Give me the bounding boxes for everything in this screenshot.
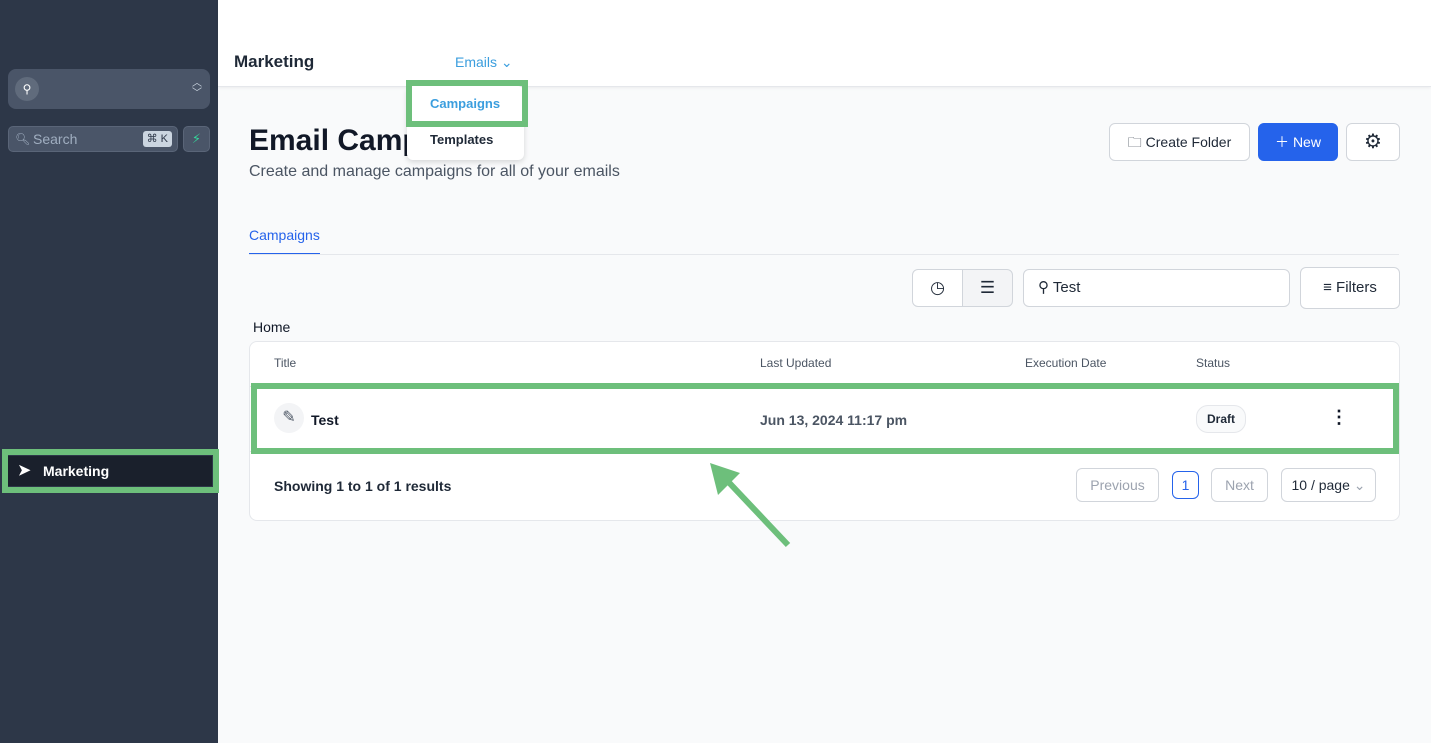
- list-view-button[interactable]: ☰: [962, 269, 1013, 307]
- history-view-button[interactable]: ◷: [912, 269, 963, 307]
- filter-icon: ≡: [1323, 279, 1332, 296]
- emails-menu[interactable]: Emails ⌄: [455, 54, 513, 71]
- list-icon: ☰: [979, 278, 996, 297]
- plus-icon: ＋: [1275, 134, 1290, 150]
- page-1-button[interactable]: 1: [1172, 471, 1199, 499]
- emails-menu-label: Emails: [455, 54, 498, 70]
- quick-action-button[interactable]: ⚡︎: [183, 126, 210, 152]
- chevron-down-icon: ⌄: [1353, 477, 1366, 493]
- new-label: New: [1292, 134, 1321, 150]
- per-page-value: 10 / page: [1291, 477, 1350, 493]
- settings-button[interactable]: ⚙︎: [1346, 123, 1400, 161]
- create-folder-button[interactable]: 🗀 Create Folder: [1109, 123, 1250, 161]
- column-status: Status: [1196, 356, 1231, 370]
- chevron-updown-icon: ︿ ﹀: [192, 78, 202, 99]
- per-page-select[interactable]: 10 / page ⌄: [1281, 468, 1376, 502]
- highlight-marketing: [2, 449, 219, 493]
- highlight-campaigns: [406, 80, 528, 127]
- search-placeholder: Search: [33, 131, 78, 147]
- location-icon: ⚲: [15, 77, 39, 101]
- breadcrumb[interactable]: Home: [253, 319, 290, 335]
- menu-item-templates[interactable]: Templates: [430, 132, 493, 147]
- sidebar: ⚲ ︿ ﹀ 🔍︎ Search ⌘ K ⚡︎ ➤ Marketing: [0, 0, 218, 743]
- filters-label: Filters: [1336, 279, 1377, 296]
- gear-icon: ⚙︎: [1364, 131, 1382, 153]
- search-input[interactable]: 🔍︎ Search ⌘ K: [8, 126, 178, 152]
- previous-button[interactable]: Previous: [1076, 468, 1159, 502]
- campaign-search-input[interactable]: ⚲ Test: [1023, 269, 1290, 307]
- shortcut-badge: ⌘ K: [142, 131, 172, 147]
- create-folder-label: Create Folder: [1145, 134, 1232, 150]
- bolt-icon: ⚡︎: [191, 131, 202, 146]
- location-switcher[interactable]: ⚲ ︿ ﹀: [8, 69, 210, 109]
- column-execution-date: Execution Date: [1025, 356, 1107, 370]
- search-icon: ⚲: [1038, 279, 1049, 296]
- filters-button[interactable]: ≡ Filters: [1300, 267, 1400, 309]
- new-button[interactable]: ＋ New: [1258, 123, 1338, 161]
- folder-icon: 🗀: [1127, 134, 1142, 150]
- search-icon: 🔍︎: [15, 132, 31, 146]
- clock-icon: ◷: [930, 278, 945, 297]
- section-title: Marketing: [234, 52, 315, 71]
- column-last-updated: Last Updated: [760, 356, 832, 370]
- topbar: Marketing Emails ⌄: [218, 0, 1431, 87]
- column-title: Title: [274, 356, 297, 370]
- annotation-arrow: [710, 463, 791, 548]
- highlight-row: [251, 383, 1399, 454]
- tab-campaigns[interactable]: Campaigns: [249, 227, 320, 255]
- chevron-down-icon: ⌄: [500, 54, 513, 70]
- divider: [249, 254, 1399, 255]
- search-value: Test: [1052, 279, 1081, 296]
- results-summary: Showing 1 to 1 of 1 results: [274, 478, 452, 494]
- page-subtitle: Create and manage campaigns for all of y…: [249, 163, 620, 180]
- next-button[interactable]: Next: [1211, 468, 1268, 502]
